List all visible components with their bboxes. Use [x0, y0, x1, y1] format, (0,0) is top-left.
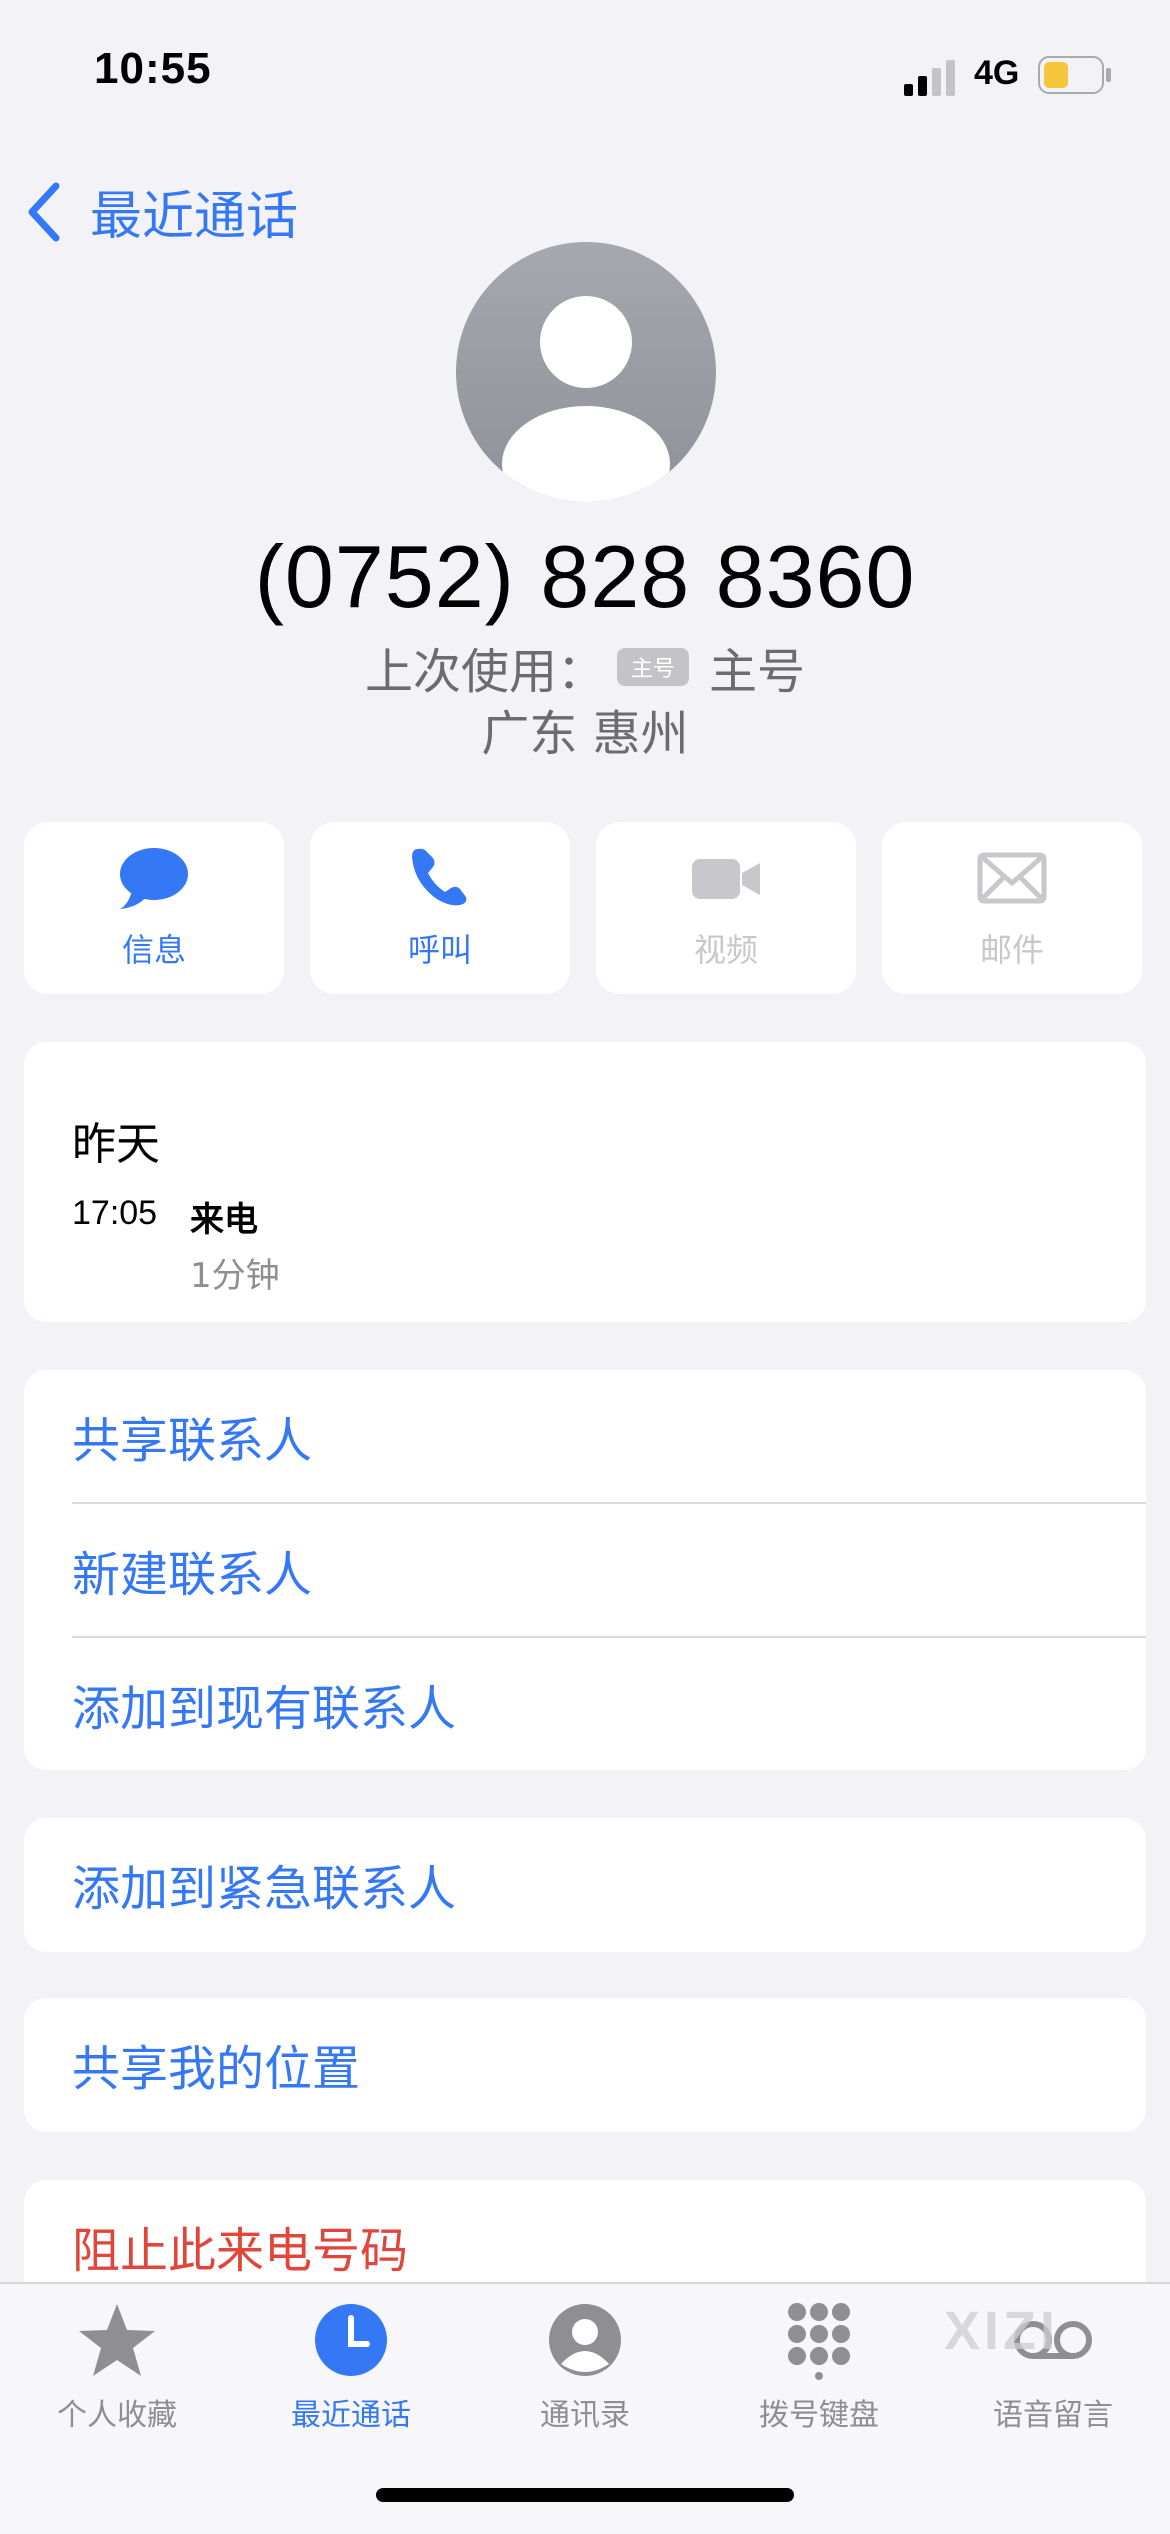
tab-recents-label: 最近通话	[291, 2398, 411, 2433]
contact-actions-card: 共享联系人 新建联系人 添加到现有联系人	[24, 1370, 1146, 1770]
tab-keypad-label: 拨号键盘	[759, 2398, 879, 2433]
avatar	[456, 242, 716, 502]
watermark-logo: XIZI	[944, 2301, 1060, 2361]
video-label: 视频	[693, 931, 758, 969]
signal-icon	[904, 60, 955, 96]
location-label: 广东 惠州	[481, 706, 689, 762]
person-silhouette-icon	[502, 296, 670, 502]
share-location-button[interactable]: 共享我的位置	[72, 1998, 1146, 2130]
last-used-label: 上次使用：	[364, 644, 605, 700]
history-day: 昨天	[72, 1119, 160, 1170]
tab-voicemail-label: 语音留言	[993, 2398, 1113, 2433]
tab-contacts-label: 通讯录	[540, 2398, 630, 2433]
add-emergency-contact-button[interactable]: 添加到紧急联系人	[72, 1818, 1146, 1950]
home-indicator[interactable]	[376, 2488, 794, 2502]
status-time: 10:55	[94, 44, 212, 93]
add-to-existing-contact-button[interactable]: 添加到现有联系人	[72, 1638, 1146, 1770]
history-time: 17:05	[72, 1194, 158, 1232]
mail-label: 邮件	[979, 931, 1044, 969]
network-label: 4G	[974, 54, 1020, 92]
message-button[interactable]: 信息	[24, 822, 284, 994]
tab-favorites[interactable]: 个人收藏	[0, 2300, 234, 2434]
share-location-card: 共享我的位置	[24, 1998, 1146, 2132]
tab-recents[interactable]: 最近通话	[234, 2300, 468, 2434]
battery-icon	[1038, 56, 1111, 94]
history-call-type: 来电	[190, 1200, 258, 1240]
history-duration: 1分钟	[190, 1256, 280, 1296]
mail-icon	[977, 852, 1047, 904]
tab-keypad[interactable]: 拨号键盘	[702, 2300, 936, 2434]
sim-badge: 主号	[616, 648, 689, 686]
last-used-row: 上次使用： 主号 主号	[0, 632, 1170, 702]
video-button[interactable]: 视频	[596, 822, 856, 994]
share-contact-button[interactable]: 共享联系人	[72, 1370, 1146, 1504]
call-history-card: 昨天 17:05 来电 1分钟	[24, 1042, 1146, 1322]
tab-favorites-label: 个人收藏	[57, 2398, 177, 2433]
clock-icon	[315, 2304, 387, 2376]
star-icon	[79, 2304, 155, 2376]
tab-contacts[interactable]: 通讯录	[468, 2300, 702, 2434]
sim-name: 主号	[709, 644, 806, 700]
message-icon	[120, 848, 188, 909]
call-label: 呼叫	[407, 931, 472, 969]
keypad-icon	[788, 2303, 850, 2380]
contacts-icon	[549, 2304, 621, 2376]
message-label: 信息	[121, 931, 186, 969]
call-button[interactable]: 呼叫	[310, 822, 570, 994]
phone-icon	[412, 848, 467, 906]
video-icon	[692, 859, 760, 899]
mail-button[interactable]: 邮件	[882, 822, 1142, 994]
back-button[interactable]: 最近通话	[24, 174, 298, 249]
back-label: 最近通话	[90, 187, 299, 247]
new-contact-button[interactable]: 新建联系人	[72, 1504, 1146, 1638]
phone-number: (0752) 828 8360	[254, 527, 916, 626]
chevron-left-icon	[28, 182, 60, 241]
emergency-contact-card: 添加到紧急联系人	[24, 1818, 1146, 1952]
